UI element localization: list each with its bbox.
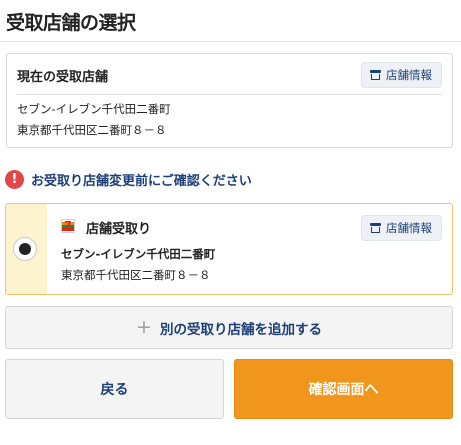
radio-selected-dot bbox=[19, 243, 31, 255]
plus-icon: + bbox=[136, 316, 152, 338]
exclamation-icon: ! bbox=[5, 170, 24, 189]
confirm-button[interactable]: 確認画面へ bbox=[234, 359, 453, 419]
back-button[interactable]: 戻る bbox=[5, 359, 224, 419]
warning-notice[interactable]: ! お受取り店舗変更前にご確認ください bbox=[5, 170, 252, 189]
title-divider bbox=[0, 41, 461, 42]
radio-column bbox=[6, 204, 47, 294]
page-title: 受取店舗の選択 bbox=[6, 12, 136, 34]
current-store-info-button[interactable]: 店舗情報 bbox=[361, 62, 442, 88]
store-option-type: 店舗受取り bbox=[86, 222, 152, 237]
store-option-info-button[interactable]: 店舗情報 bbox=[361, 215, 442, 241]
store-option-radio[interactable] bbox=[13, 237, 37, 261]
warning-link[interactable]: お受取り店舗変更前にご確認ください bbox=[31, 170, 252, 189]
current-store-address: 東京都千代田区二番町８－８ bbox=[17, 123, 167, 137]
add-store-label: 別の受取り店舗を追加する bbox=[159, 321, 322, 338]
seven-eleven-logo-icon: 7 bbox=[61, 219, 75, 233]
store-option-address: 東京都千代田区二番町８－８ bbox=[61, 268, 211, 282]
current-store-info-label: 店舗情報 bbox=[386, 68, 432, 82]
card-divider bbox=[17, 94, 442, 95]
store-option-name: セブン-イレブン千代田二番町 bbox=[61, 247, 216, 261]
store-icon bbox=[370, 223, 381, 233]
current-store-heading: 現在の受取店舗 bbox=[17, 70, 109, 85]
store-icon bbox=[370, 70, 381, 80]
current-store-name: セブン-イレブン千代田二番町 bbox=[17, 102, 171, 116]
current-store-card: 現在の受取店舗 店舗情報 セブン-イレブン千代田二番町 東京都千代田区二番町８－… bbox=[6, 53, 453, 148]
store-option-card[interactable]: 7 店舗受取り 店舗情報 セブン-イレブン千代田二番町 東京都千代田区二番町８－… bbox=[5, 203, 453, 295]
add-store-button[interactable]: + 別の受取り店舗を追加する bbox=[5, 306, 453, 349]
store-option-info-label: 店舗情報 bbox=[386, 221, 432, 235]
